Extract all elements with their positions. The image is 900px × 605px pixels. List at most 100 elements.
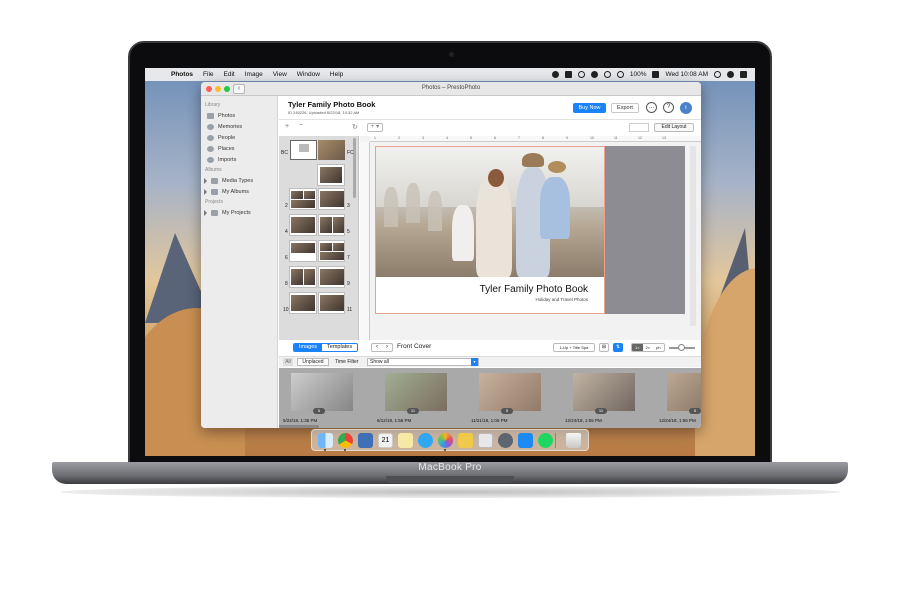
page-thumbnail[interactable] xyxy=(317,214,345,236)
sidebar-item-people[interactable]: People xyxy=(201,132,277,143)
page-spread[interactable] xyxy=(289,266,345,288)
chevron-left-icon[interactable]: ‹ xyxy=(376,344,378,351)
strip-photo-item[interactable]: 11 12/24/18, 1:55 PM xyxy=(565,371,635,427)
front-cover-thumbnail[interactable] xyxy=(318,140,345,160)
disclosure-triangle-icon[interactable] xyxy=(204,188,207,195)
export-button[interactable]: Export xyxy=(611,103,639,113)
strip-scrollbar[interactable] xyxy=(279,425,319,428)
strip-photo-item[interactable]: 5 5/22/18, 1:35 PM xyxy=(283,371,353,427)
title-bar[interactable]: ‹ Photos – PrestoPhoto xyxy=(201,82,701,96)
page-thumbnail[interactable] xyxy=(317,188,345,210)
clock[interactable]: Wed 10:08 AM xyxy=(665,71,708,78)
add-menu-button[interactable]: + ▾ xyxy=(367,123,383,132)
system-preferences-icon[interactable] xyxy=(498,433,513,448)
page-thumbnail[interactable] xyxy=(289,266,317,288)
sidebar-item-my-projects[interactable]: My Projects xyxy=(201,207,277,218)
chrome-icon[interactable] xyxy=(338,433,353,448)
grid-icon[interactable]: ⊞ xyxy=(599,343,609,352)
page-spread[interactable] xyxy=(289,214,345,236)
remove-page-icon[interactable]: − xyxy=(299,122,303,129)
avatar[interactable]: t xyxy=(680,102,692,114)
app-store-icon[interactable] xyxy=(518,433,533,448)
dropbox-icon[interactable] xyxy=(564,71,572,78)
help-icon[interactable]: ? xyxy=(663,102,674,113)
menu-app-name[interactable]: Photos xyxy=(171,71,193,78)
time-machine-icon[interactable] xyxy=(603,71,611,78)
cover-title[interactable]: Tyler Family Photo Book xyxy=(480,284,588,295)
tab-templates[interactable]: Templates xyxy=(322,344,357,351)
creative-cloud-icon[interactable] xyxy=(577,71,585,78)
menu-file[interactable]: File xyxy=(203,71,213,78)
page-spread[interactable] xyxy=(289,188,345,210)
strip-thumbnail[interactable] xyxy=(573,373,635,411)
page-thumbnail[interactable] xyxy=(317,164,345,186)
page-thumbnail[interactable] xyxy=(289,292,317,314)
page-thumbnail[interactable] xyxy=(289,188,317,210)
menu-window[interactable]: Window xyxy=(297,71,320,78)
page-thumbnail[interactable] xyxy=(289,240,317,262)
strip-photo-item[interactable]: 5 12/24/18, 1:55 PM xyxy=(659,371,701,427)
page-spread[interactable] xyxy=(289,240,345,262)
pages-scrollbar[interactable] xyxy=(353,138,356,198)
spotify-icon[interactable] xyxy=(538,433,553,448)
sidebar-item-media-types[interactable]: Media Types xyxy=(201,175,277,186)
refresh-icon[interactable]: ↻ xyxy=(352,123,358,131)
sidebar-item-imports[interactable]: Imports xyxy=(201,154,277,165)
wifi-icon[interactable] xyxy=(616,71,624,78)
battery-icon[interactable] xyxy=(652,71,660,78)
sidebar-item-places[interactable]: Places xyxy=(201,143,277,154)
strip-photo-item[interactable]: 11 6/12/18, 1:55 PM xyxy=(377,371,447,427)
zoom-option[interactable]: 2× xyxy=(643,344,654,351)
zoom-option[interactable]: 1× xyxy=(632,344,643,351)
edit-layout-button[interactable]: Edit Layout xyxy=(654,123,694,132)
front-cover-page[interactable]: Tyler Family Photo Book Holiday and Trav… xyxy=(375,146,605,314)
messages-icon[interactable] xyxy=(418,433,433,448)
strip-photo-item[interactable]: 5 11/21/18, 1:05 PM xyxy=(471,371,541,427)
spotlight-icon[interactable] xyxy=(714,71,721,78)
photos-icon[interactable] xyxy=(438,433,453,448)
page-thumbnail[interactable] xyxy=(317,240,345,262)
stickies-icon[interactable] xyxy=(458,433,473,448)
disclosure-triangle-icon[interactable] xyxy=(204,177,207,184)
disclosure-triangle-icon[interactable] xyxy=(204,209,207,216)
notification-center-icon[interactable] xyxy=(740,71,747,78)
swap-icon[interactable]: ⇅ xyxy=(613,343,623,352)
record-status-icon[interactable] xyxy=(551,71,559,78)
textedit-icon[interactable] xyxy=(478,433,493,448)
menu-image[interactable]: Image xyxy=(245,71,263,78)
strip-thumbnail[interactable] xyxy=(479,373,541,411)
strip-thumbnail[interactable] xyxy=(291,373,353,411)
battery-percent[interactable]: 100% xyxy=(630,71,647,78)
cover-photo[interactable] xyxy=(376,147,604,277)
sidebar-item-memories[interactable]: Memories xyxy=(201,121,277,132)
sidebar-item-my-albums[interactable]: My Albums xyxy=(201,186,277,197)
menu-edit[interactable]: Edit xyxy=(224,71,235,78)
siri-icon[interactable] xyxy=(727,71,734,78)
apple-menu-icon[interactable] xyxy=(153,71,161,79)
canvas-scrollbar[interactable] xyxy=(690,146,696,326)
page-thumbnail[interactable] xyxy=(317,266,345,288)
notes-icon[interactable] xyxy=(398,433,413,448)
chevron-right-icon[interactable]: › xyxy=(386,344,388,351)
menu-view[interactable]: View xyxy=(273,71,287,78)
menu-help[interactable]: Help xyxy=(330,71,343,78)
cover-subtitle[interactable]: Holiday and Travel Photos xyxy=(535,297,588,302)
time-filter-select[interactable]: Show all ▾ xyxy=(367,358,479,366)
back-cover-area[interactable] xyxy=(605,146,685,314)
calendar-icon[interactable]: 21 xyxy=(378,433,393,448)
cloud-icon[interactable] xyxy=(590,71,598,78)
toolbar-input[interactable] xyxy=(629,123,649,132)
chat-icon[interactable]: … xyxy=(646,102,657,113)
zoom-slider-knob[interactable] xyxy=(678,344,685,351)
zoom-slider[interactable] xyxy=(669,344,695,351)
all-filter-button[interactable]: All xyxy=(283,358,293,366)
page-thumbnail[interactable] xyxy=(317,292,345,314)
trash-icon[interactable] xyxy=(566,433,581,448)
page-spread[interactable] xyxy=(317,164,345,186)
tab-images[interactable]: Images xyxy=(294,344,323,351)
finder-icon[interactable] xyxy=(318,433,333,448)
back-cover-thumbnail[interactable] xyxy=(290,140,317,160)
page-thumbnail[interactable] xyxy=(289,214,317,236)
buy-now-button[interactable]: Buy Now xyxy=(573,103,606,113)
zoom-option[interactable]: ph xyxy=(653,344,663,351)
